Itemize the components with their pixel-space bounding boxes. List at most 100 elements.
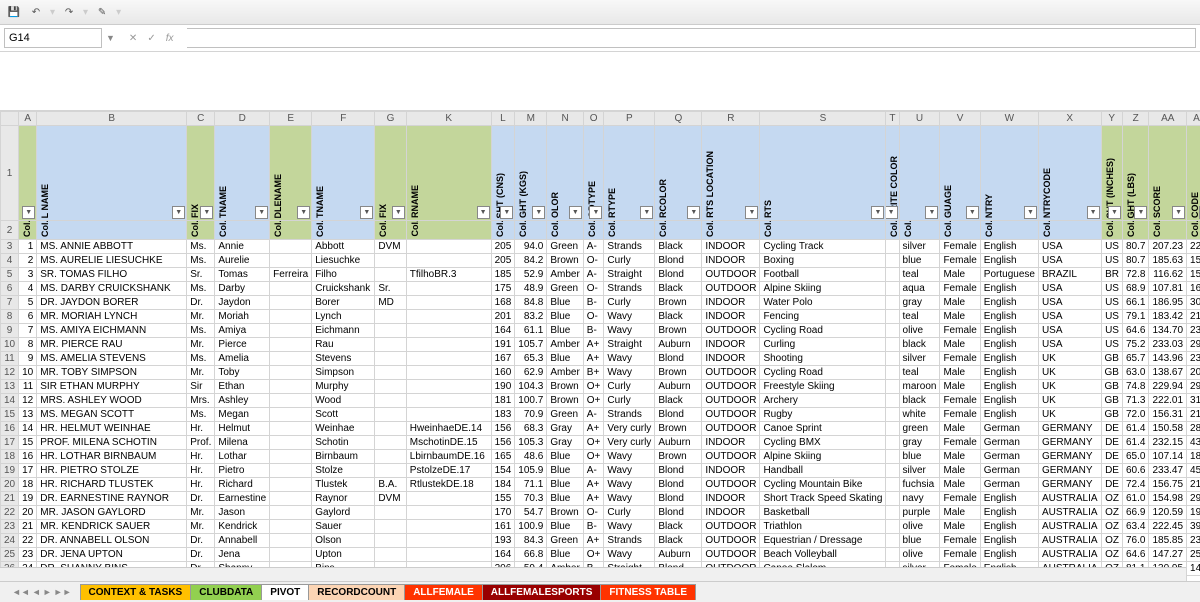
cell[interactable]: Brown bbox=[655, 324, 702, 338]
cell[interactable]: INDOOR bbox=[702, 492, 760, 506]
cell[interactable]: INDOOR bbox=[702, 296, 760, 310]
cell[interactable]: Dr. bbox=[187, 492, 215, 506]
cell[interactable]: English bbox=[980, 254, 1038, 268]
row-header[interactable]: 24 bbox=[1, 534, 19, 548]
cell[interactable]: 105.3 bbox=[515, 436, 547, 450]
cell[interactable]: MR. KENDRICK SAUER bbox=[37, 520, 187, 534]
cell[interactable]: DR. JENA UPTON bbox=[37, 548, 187, 562]
cell[interactable]: Water Polo bbox=[760, 296, 886, 310]
column-header[interactable]: L bbox=[491, 112, 515, 126]
cell[interactable]: A+ bbox=[583, 478, 604, 492]
filter-dropdown-icon[interactable]: ▼ bbox=[569, 206, 582, 219]
cell[interactable] bbox=[406, 254, 491, 268]
cell[interactable]: Male bbox=[940, 478, 980, 492]
cell[interactable]: Male bbox=[940, 338, 980, 352]
cell[interactable]: Mr. bbox=[187, 506, 215, 520]
row-header[interactable]: 25 bbox=[1, 548, 19, 562]
filter-header-cell[interactable]: TNAME▼ bbox=[312, 126, 375, 221]
cell[interactable] bbox=[375, 394, 406, 408]
cell[interactable]: UK bbox=[1038, 352, 1101, 366]
sheet-tab[interactable]: PIVOT bbox=[261, 584, 309, 600]
cell[interactable]: 84.3 bbox=[515, 534, 547, 548]
cell[interactable]: purple bbox=[899, 506, 940, 520]
cancel-icon[interactable]: ✕ bbox=[129, 33, 137, 44]
row-header[interactable]: 11 bbox=[1, 352, 19, 366]
cell[interactable] bbox=[886, 366, 899, 380]
cell[interactable]: Black bbox=[655, 240, 702, 254]
cell[interactable]: 233.47 bbox=[1149, 464, 1187, 478]
cell[interactable]: 14.0 bbox=[1187, 562, 1200, 576]
cell[interactable]: 21.0 bbox=[1187, 310, 1200, 324]
column-header[interactable]: K bbox=[406, 112, 491, 126]
cell[interactable]: Mr. bbox=[187, 520, 215, 534]
cell[interactable] bbox=[886, 268, 899, 282]
cell[interactable]: 15 bbox=[19, 436, 37, 450]
cell[interactable]: Ashley bbox=[215, 394, 270, 408]
cell[interactable]: 23.0 bbox=[1187, 352, 1200, 366]
cell[interactable]: 30.0 bbox=[1187, 296, 1200, 310]
cell[interactable]: Blue bbox=[547, 310, 583, 324]
cell[interactable]: Fencing bbox=[760, 310, 886, 324]
cell[interactable]: USA bbox=[1038, 338, 1101, 352]
cell[interactable]: Tomas bbox=[215, 268, 270, 282]
cell[interactable] bbox=[406, 324, 491, 338]
cell[interactable]: 100.9 bbox=[515, 520, 547, 534]
cell[interactable]: Male bbox=[940, 268, 980, 282]
column-header[interactable] bbox=[1, 112, 19, 126]
cell[interactable]: teal bbox=[899, 268, 940, 282]
filter-dropdown-icon[interactable]: ▼ bbox=[392, 206, 405, 219]
cell[interactable]: MRS. ASHLEY WOOD bbox=[37, 394, 187, 408]
cell[interactable]: UK bbox=[1038, 394, 1101, 408]
cell[interactable]: German bbox=[980, 464, 1038, 478]
cell[interactable]: DE bbox=[1101, 422, 1122, 436]
filter-dropdown-icon[interactable]: ▼ bbox=[640, 206, 653, 219]
cell[interactable]: English bbox=[980, 380, 1038, 394]
cell[interactable]: A+ bbox=[583, 422, 604, 436]
cell[interactable]: Green bbox=[547, 240, 583, 254]
cell[interactable] bbox=[375, 422, 406, 436]
cell[interactable]: 120.59 bbox=[1149, 506, 1187, 520]
cell[interactable]: Ms. bbox=[187, 352, 215, 366]
cell[interactable] bbox=[270, 324, 312, 338]
cell[interactable]: GERMANY bbox=[1038, 436, 1101, 450]
cell[interactable]: Boxing bbox=[760, 254, 886, 268]
cell[interactable]: 222.45 bbox=[1149, 520, 1187, 534]
cell[interactable]: Rau bbox=[312, 338, 375, 352]
cell[interactable] bbox=[375, 380, 406, 394]
cell[interactable]: English bbox=[980, 352, 1038, 366]
cell[interactable]: 22.0 bbox=[1187, 240, 1200, 254]
cell[interactable]: Wavy bbox=[604, 310, 655, 324]
row-header[interactable]: 9 bbox=[1, 324, 19, 338]
cell[interactable]: AUSTRALIA bbox=[1038, 492, 1101, 506]
cell[interactable]: 75.2 bbox=[1122, 338, 1148, 352]
cell[interactable]: US bbox=[1101, 282, 1122, 296]
cell[interactable]: Very curly bbox=[604, 436, 655, 450]
cell[interactable]: Female bbox=[940, 394, 980, 408]
cell[interactable]: Upton bbox=[312, 548, 375, 562]
cell[interactable]: 21.0 bbox=[1187, 478, 1200, 492]
cell[interactable] bbox=[886, 240, 899, 254]
worksheet-grid[interactable]: ABCDEFGKLMNOPQRSTUVWXYZAAABACA 1FX▼L NAM… bbox=[0, 111, 1200, 602]
cell[interactable]: Prof. bbox=[187, 436, 215, 450]
cell[interactable]: 29.0 bbox=[1187, 492, 1200, 506]
cell[interactable]: Wavy bbox=[604, 548, 655, 562]
cell[interactable]: 100.7 bbox=[515, 394, 547, 408]
cell[interactable]: 65.0 bbox=[1122, 450, 1148, 464]
cell[interactable]: Ms. bbox=[187, 324, 215, 338]
cell[interactable]: Black bbox=[655, 394, 702, 408]
tab-nav-last-icon[interactable]: ►► bbox=[54, 587, 72, 597]
cell[interactable]: 175 bbox=[491, 282, 515, 296]
cell[interactable] bbox=[375, 268, 406, 282]
cell[interactable]: blue bbox=[899, 534, 940, 548]
cell[interactable]: 105.9 bbox=[515, 464, 547, 478]
cell[interactable]: Female bbox=[940, 282, 980, 296]
cell[interactable] bbox=[375, 310, 406, 324]
cell[interactable]: 167 bbox=[491, 352, 515, 366]
cell[interactable]: English bbox=[980, 324, 1038, 338]
cell[interactable]: USA bbox=[1038, 254, 1101, 268]
cell[interactable]: 107.81 bbox=[1149, 282, 1187, 296]
cell[interactable] bbox=[886, 436, 899, 450]
cell[interactable]: O- bbox=[583, 506, 604, 520]
row-header[interactable]: 22 bbox=[1, 506, 19, 520]
cell[interactable]: 207.23 bbox=[1149, 240, 1187, 254]
